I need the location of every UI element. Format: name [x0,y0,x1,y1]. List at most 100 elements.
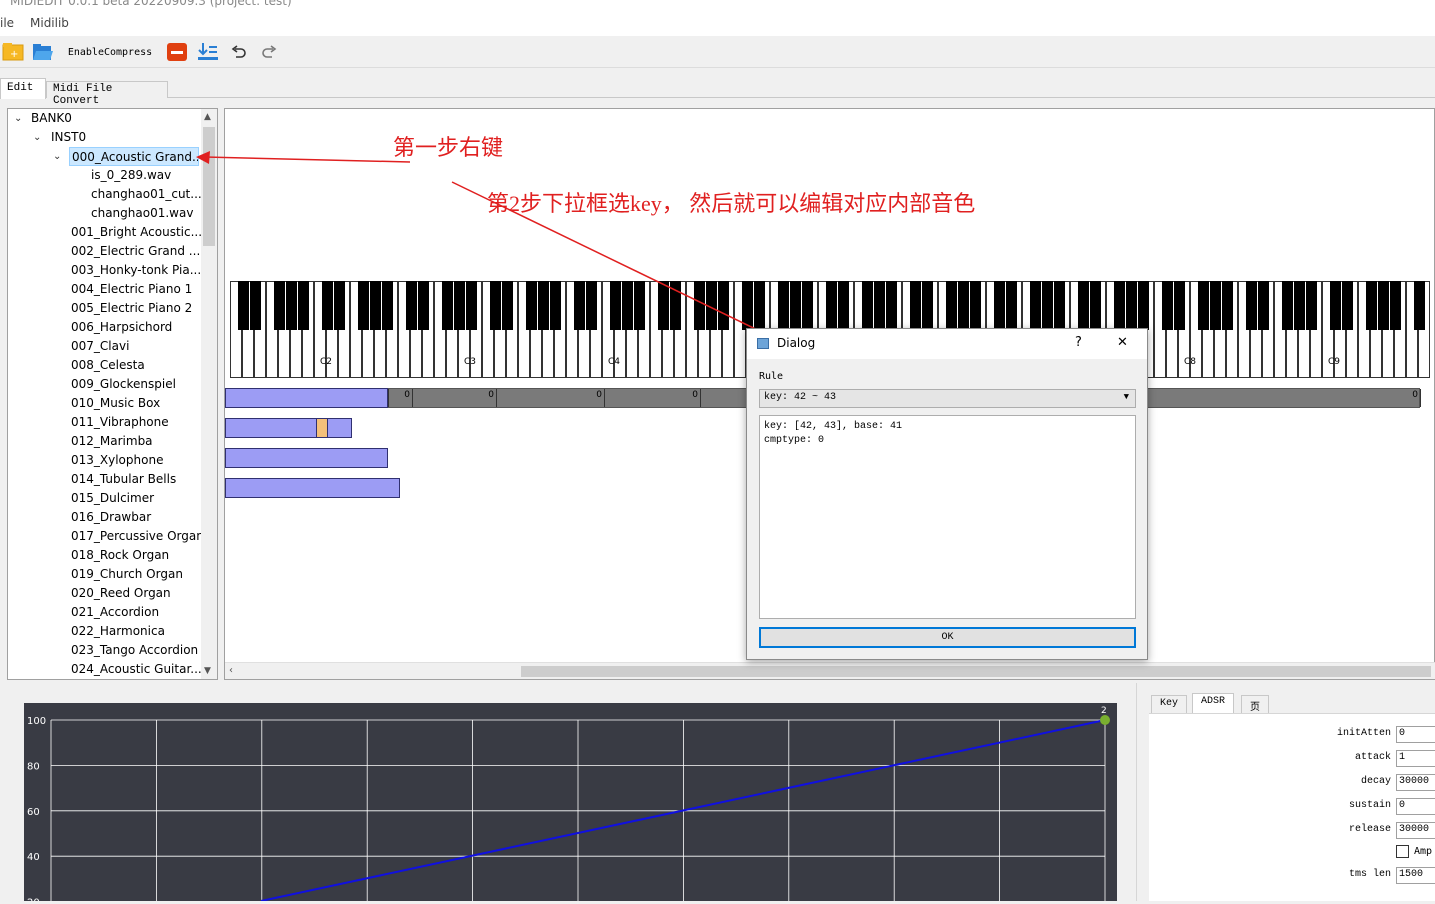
tree-preset[interactable]: 021_Accordion [71,603,201,622]
black-key[interactable] [610,281,621,330]
black-key[interactable] [826,281,837,330]
black-key[interactable] [1162,281,1173,330]
tree-preset[interactable]: 019_Church Organ [71,565,201,584]
black-key[interactable] [778,281,789,330]
redo-icon[interactable] [259,41,279,63]
black-key[interactable] [358,281,369,330]
black-key[interactable] [1222,281,1233,330]
black-key[interactable] [670,281,681,330]
tree-inst[interactable]: INST0 [51,128,86,147]
download-sort-icon[interactable] [197,41,219,63]
key-bar-segment[interactable]: 0 [605,389,701,407]
black-key[interactable] [574,281,585,330]
black-key[interactable] [442,281,453,330]
black-key[interactable] [970,281,981,330]
tree-preset[interactable]: 014_Tubular Bells [71,470,201,489]
expand-bank-icon[interactable]: ⌄ [14,114,24,124]
black-key[interactable] [526,281,537,330]
black-key[interactable] [658,281,669,330]
param-input[interactable]: 30000 [1396,774,1435,791]
black-key[interactable] [862,281,873,330]
param-input[interactable]: 0 [1396,798,1435,815]
remove-icon[interactable] [166,41,188,63]
new-file-icon[interactable]: + [2,41,24,63]
tree-preset[interactable]: 016_Drawbar [71,508,201,527]
black-key[interactable] [550,281,561,330]
tree-preset[interactable]: 013_Xylophone [71,451,201,470]
black-key[interactable] [694,281,705,330]
param-input[interactable]: 1 [1396,750,1435,767]
black-key[interactable] [418,281,429,330]
tab-edit[interactable]: Edit [0,78,46,99]
black-key[interactable] [1198,281,1209,330]
tree-preset[interactable]: 001_Bright Acoustic... [71,223,201,242]
black-key[interactable] [538,281,549,330]
menu-midilib[interactable]: Midilib [30,16,69,30]
rule-select[interactable]: key: 42 ~ 43 ▼ [759,389,1136,408]
black-key[interactable] [1378,281,1389,330]
tms-len-input[interactable]: 1500 [1396,867,1435,884]
black-key[interactable] [1090,281,1101,330]
tree-preset[interactable]: 003_Honky-tonk Pia... [71,261,201,280]
hscroll-thumb[interactable] [521,666,1431,677]
tree-preset[interactable]: 008_Celesta [71,356,201,375]
black-key[interactable] [922,281,933,330]
menu-file[interactable]: ile [0,16,14,30]
black-key[interactable] [622,281,633,330]
scroll-up-icon[interactable]: ▲ [204,112,211,122]
black-key[interactable] [1258,281,1269,330]
tree-preset[interactable]: 007_Clavi [71,337,201,356]
black-key[interactable] [1330,281,1341,330]
black-key[interactable] [286,281,297,330]
tree-preset[interactable]: 012_Marimba [71,432,201,451]
tree-preset[interactable]: 020_Reed Organ [71,584,201,603]
black-key[interactable] [274,281,285,330]
black-key[interactable] [1210,281,1221,330]
black-key[interactable] [1054,281,1065,330]
tree-sample[interactable]: is_0_289.wav [91,166,201,185]
expand-inst-icon[interactable]: ⌄ [33,133,43,143]
black-key[interactable] [490,281,501,330]
key-bar-segment[interactable]: 0 [389,389,413,407]
tree-preset[interactable]: 002_Electric Grand ... [71,242,201,261]
black-key[interactable] [946,281,957,330]
black-key[interactable] [586,281,597,330]
black-key[interactable] [1114,281,1125,330]
editor-horizontal-scrollbar[interactable]: ‹ [225,662,1435,679]
rule-details-text[interactable]: key: [42, 43], base: 41 cmptype: 0 [759,415,1136,619]
tab-key[interactable]: Key [1151,695,1188,713]
black-key[interactable] [742,281,753,330]
expand-preset-icon[interactable]: ⌄ [53,152,63,162]
param-input[interactable]: 0 [1396,726,1435,743]
scroll-left-icon[interactable]: ‹ [229,665,233,676]
tree-preset[interactable]: 022_Harmonica [71,622,201,641]
black-key[interactable] [634,281,645,330]
black-key[interactable] [370,281,381,330]
tree-preset[interactable]: 018_Rock Organ [71,546,201,565]
range-bar-0[interactable] [225,388,388,408]
tree-preset[interactable]: 010_Music Box [71,394,201,413]
black-key[interactable] [1414,281,1425,330]
black-key[interactable] [1030,281,1041,330]
close-icon[interactable]: ✕ [1117,335,1128,350]
help-icon[interactable]: ? [1075,335,1082,350]
black-key[interactable] [238,281,249,330]
black-key[interactable] [706,281,717,330]
ok-button[interactable]: OK [759,627,1136,648]
black-key[interactable] [886,281,897,330]
black-key[interactable] [874,281,885,330]
black-key[interactable] [1126,281,1137,330]
tree-preset[interactable]: 009_Glockenspiel [71,375,201,394]
tree-preset[interactable]: 011_Vibraphone [71,413,201,432]
black-key[interactable] [1366,281,1377,330]
black-key[interactable] [322,281,333,330]
selected-key-range[interactable] [316,419,328,437]
black-key[interactable] [1078,281,1089,330]
key-bar-segment[interactable]: 0 [497,389,605,407]
tab-midi-file-convert[interactable]: Midi File Convert [46,81,168,107]
black-key[interactable] [1282,281,1293,330]
range-bar-3[interactable] [225,478,400,498]
black-key[interactable] [790,281,801,330]
black-key[interactable] [838,281,849,330]
black-key[interactable] [1138,281,1149,330]
